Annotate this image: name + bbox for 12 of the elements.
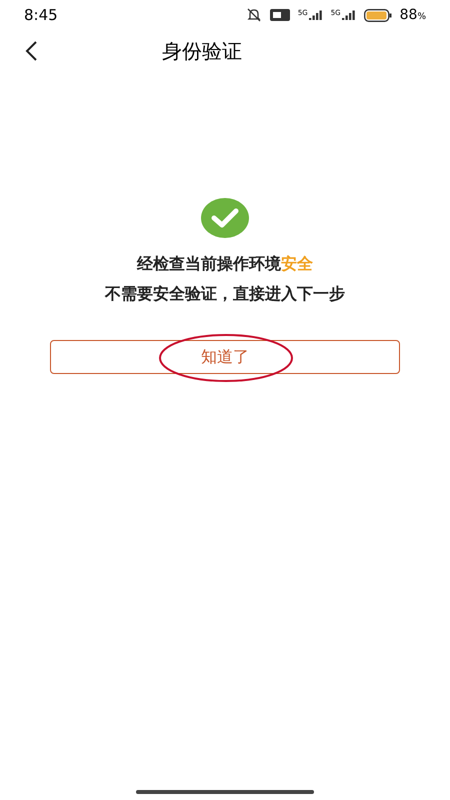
- signal-icon: [342, 10, 356, 20]
- mute-icon: [246, 7, 262, 23]
- battery-percent: 88%: [400, 6, 426, 24]
- status-time: 8:45: [24, 4, 58, 26]
- battery-icon: [364, 8, 392, 22]
- ok-button[interactable]: 知道了: [50, 340, 400, 374]
- signal-icon: [308, 10, 323, 20]
- back-icon: [24, 40, 38, 62]
- page-title: 身份验证: [162, 38, 242, 65]
- result-message: 经检查当前操作环境安全: [137, 253, 313, 275]
- check-icon: [201, 198, 249, 238]
- result-hint: 不需要安全验证，直接进入下一步: [105, 283, 345, 305]
